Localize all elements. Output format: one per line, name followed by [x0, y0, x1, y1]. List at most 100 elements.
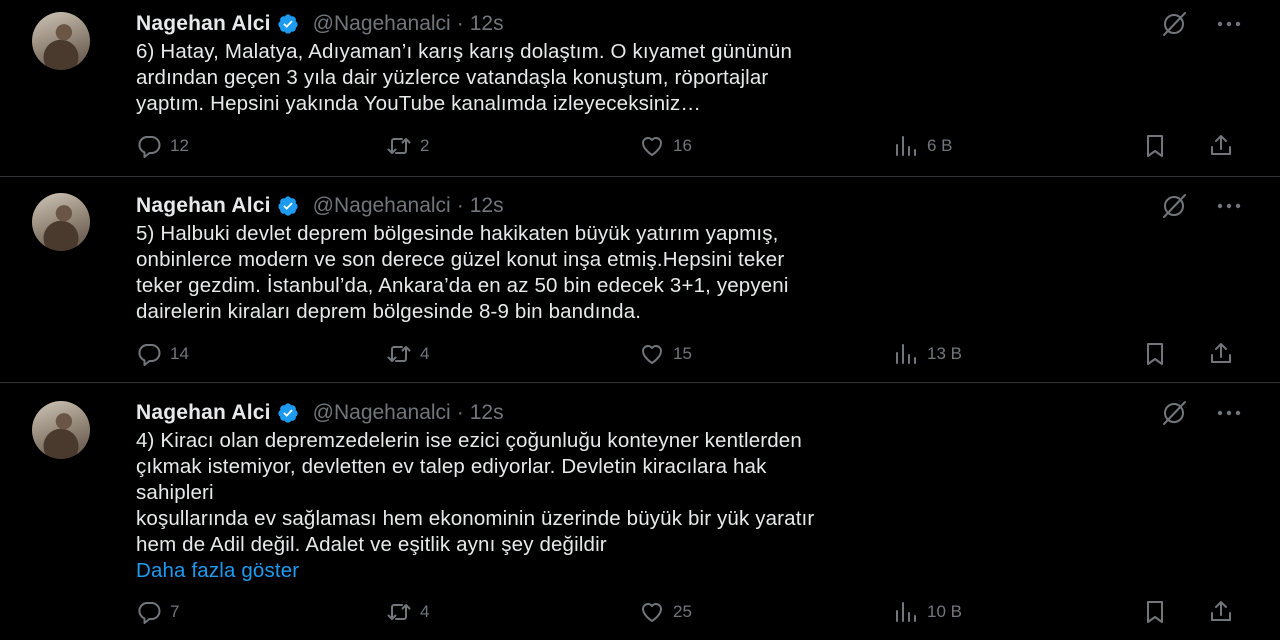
retweet-count: 4: [420, 344, 430, 363]
more-options-icon[interactable]: [1214, 399, 1244, 427]
reply-count: 7: [170, 602, 180, 621]
tweet-actions: 14 4 15 13 B: [136, 339, 1246, 369]
retweet-icon: [387, 346, 411, 362]
avatar[interactable]: [32, 193, 90, 251]
tweet-time[interactable]: 12s: [470, 12, 504, 36]
grok-icon[interactable]: [1156, 192, 1192, 220]
views-button[interactable]: 13 B: [893, 339, 962, 369]
tweet-time[interactable]: 12s: [470, 401, 504, 425]
like-count: 16: [673, 136, 692, 155]
author-handle[interactable]: @Nagehanalci: [313, 194, 451, 218]
share-icon: [1211, 601, 1231, 621]
bookmark-icon: [1147, 343, 1163, 365]
tweet[interactable]: Nagehan Alci @Nagehanalci · 12s 4) Kirac…: [0, 383, 1280, 640]
share-button[interactable]: [1208, 131, 1234, 161]
views-chart-icon: [896, 136, 916, 156]
grok-icon[interactable]: [1156, 10, 1192, 38]
reply-icon: [138, 602, 161, 624]
heart-icon: [642, 603, 662, 622]
separator-dot: ·: [456, 194, 464, 217]
tweet-actions: 12 2 16 6 B: [136, 131, 1246, 161]
tweet-feed: Nagehan Alci @Nagehanalci · 12s 6) Hatay…: [0, 0, 1280, 640]
tweet-text-line: çıkmak istemiyor, devletten ev talep edi…: [136, 455, 767, 478]
share-button[interactable]: [1208, 597, 1234, 627]
author-name[interactable]: Nagehan Alci: [136, 401, 271, 425]
tweet-header: Nagehan Alci @Nagehanalci · 12s: [136, 10, 504, 38]
show-more-link[interactable]: Daha fazla göster: [136, 558, 1226, 584]
tweet-text: 4) Kiracı olan depremzedelerin ise ezici…: [136, 428, 1226, 584]
share-icon: [1211, 135, 1231, 155]
tweet-actions: 7 4 25 10 B: [136, 597, 1246, 627]
views-button[interactable]: 10 B: [893, 597, 962, 627]
retweet-icon: [387, 604, 411, 620]
tweet-text: 5) Halbuki devlet deprem bölgesinde haki…: [136, 221, 1226, 325]
header-actions: [1156, 10, 1244, 38]
author-name[interactable]: Nagehan Alci: [136, 12, 271, 36]
tweet[interactable]: Nagehan Alci @Nagehanalci · 12s 5) Halbu…: [0, 177, 1280, 382]
author-handle[interactable]: @Nagehanalci: [313, 12, 451, 36]
like-button[interactable]: 16: [639, 131, 692, 161]
view-count: 6 B: [927, 136, 953, 155]
retweet-count: 4: [420, 602, 430, 621]
views-chart-icon: [896, 344, 916, 364]
share-icon: [1211, 343, 1231, 363]
like-button[interactable]: 25: [639, 597, 692, 627]
heart-icon: [642, 137, 662, 156]
share-button[interactable]: [1208, 339, 1234, 369]
reply-button[interactable]: 7: [136, 597, 179, 627]
bookmark-button[interactable]: [1142, 131, 1168, 161]
author-name[interactable]: Nagehan Alci: [136, 194, 271, 218]
more-options-icon[interactable]: [1214, 192, 1244, 220]
reply-icon: [138, 344, 161, 366]
like-button[interactable]: 15: [639, 339, 692, 369]
like-count: 25: [673, 602, 692, 621]
retweet-count: 2: [420, 136, 430, 155]
reply-icon: [138, 136, 161, 158]
retweet-icon: [387, 138, 411, 154]
separator-dot: ·: [456, 12, 464, 35]
tweet-text-line: ardından geçen 3 yıla dair yüzlerce vata…: [136, 66, 769, 89]
bookmark-icon: [1147, 601, 1163, 623]
tweet-text-line: 5) Halbuki devlet deprem bölgesinde haki…: [136, 222, 779, 245]
tweet-header: Nagehan Alci @Nagehanalci · 12s: [136, 192, 504, 220]
heart-icon: [642, 345, 662, 364]
avatar[interactable]: [32, 12, 90, 70]
tweet-text-line: onbinlerce modern ve son derece güzel ko…: [136, 248, 785, 271]
retweet-button[interactable]: 2: [386, 131, 429, 161]
tweet-text-line: yaptım. Hepsini yakında YouTube kanalımd…: [136, 92, 702, 115]
header-actions: [1156, 192, 1244, 220]
retweet-button[interactable]: 4: [386, 339, 429, 369]
tweet-text-line: koşullarında ev sağlaması hem ekonominin…: [136, 507, 815, 530]
like-count: 15: [673, 344, 692, 363]
avatar[interactable]: [32, 401, 90, 459]
bookmark-icon: [1147, 135, 1163, 157]
views-chart-icon: [896, 602, 916, 622]
tweet[interactable]: Nagehan Alci @Nagehanalci · 12s 6) Hatay…: [0, 0, 1280, 176]
tweet-text: 6) Hatay, Malatya, Adıyaman’ı karış karı…: [136, 39, 1226, 117]
tweet-text-line: 4) Kiracı olan depremzedelerin ise ezici…: [136, 429, 802, 452]
tweet-text-line: sahipleri: [136, 481, 214, 504]
author-handle[interactable]: @Nagehanalci: [313, 401, 451, 425]
verified-badge-icon: [278, 196, 298, 216]
more-options-icon[interactable]: [1214, 10, 1244, 38]
tweet-text-line: 6) Hatay, Malatya, Adıyaman’ı karış karı…: [136, 40, 792, 63]
verified-badge-icon: [278, 14, 298, 34]
tweet-text-line: dairelerin kiraları deprem bölgesinde 8-…: [136, 300, 642, 323]
reply-button[interactable]: 12: [136, 131, 189, 161]
separator-dot: ·: [456, 401, 464, 424]
tweet-time[interactable]: 12s: [470, 194, 504, 218]
bookmark-button[interactable]: [1142, 339, 1168, 369]
retweet-button[interactable]: 4: [386, 597, 429, 627]
views-button[interactable]: 6 B: [893, 131, 953, 161]
bookmark-button[interactable]: [1142, 597, 1168, 627]
reply-count: 12: [170, 136, 189, 155]
tweet-text-line: teker gezdim. İstanbul’da, Ankara’da en …: [136, 274, 789, 297]
tweet-text-line: hem de Adil değil. Adalet ve eşitlik ayn…: [136, 533, 607, 556]
reply-count: 14: [170, 344, 189, 363]
reply-button[interactable]: 14: [136, 339, 189, 369]
view-count: 13 B: [927, 344, 962, 363]
grok-icon[interactable]: [1156, 399, 1192, 427]
header-actions: [1156, 399, 1244, 427]
tweet-header: Nagehan Alci @Nagehanalci · 12s: [136, 399, 504, 427]
view-count: 10 B: [927, 602, 962, 621]
